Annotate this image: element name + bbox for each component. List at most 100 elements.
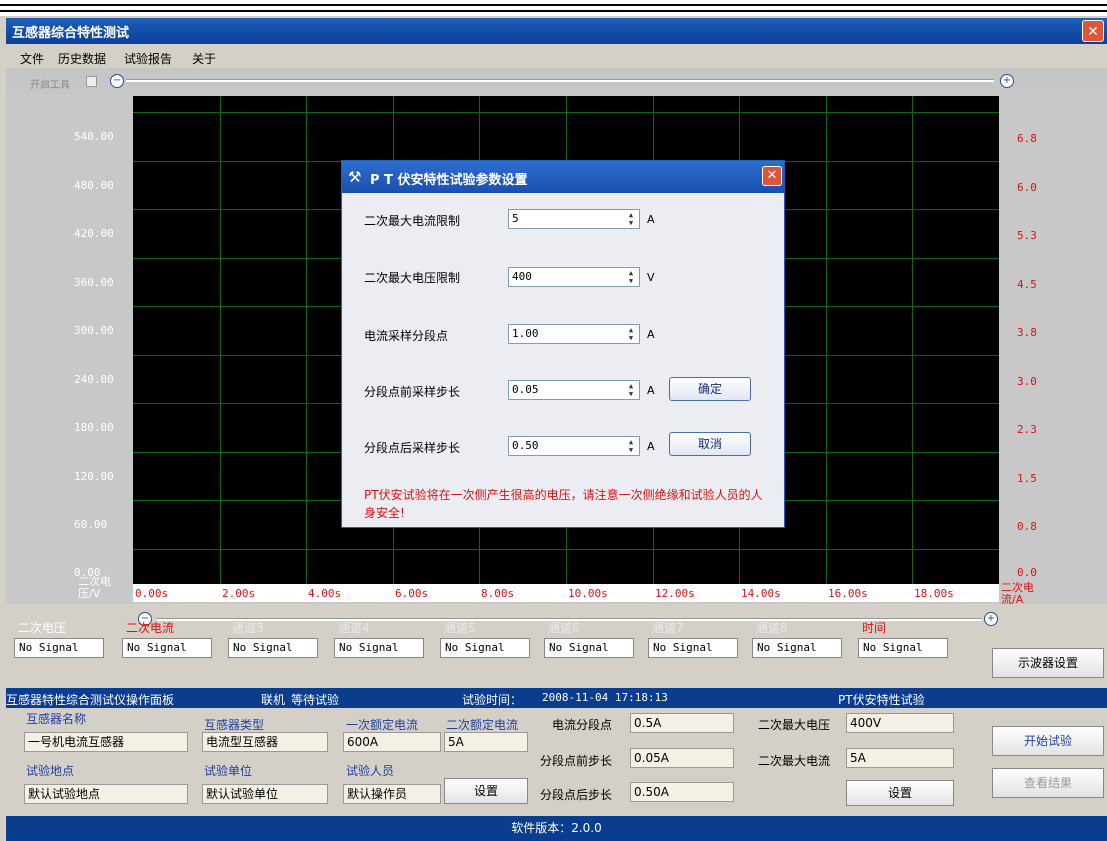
title-bar: 互感器综合特性测试 [6, 18, 1107, 44]
y-left-tick-label: 60.00 [74, 518, 108, 531]
spin-arrows-icon[interactable]: ▲ ▼ [624, 438, 638, 454]
dialog-step-before-label: 分段点前采样步长 [364, 385, 461, 399]
dialog-close-button[interactable]: ✕ [762, 166, 782, 186]
dialog-max-voltage-input[interactable]: 400 ▲ ▼ [508, 267, 640, 287]
y-right-axis-label: 二次电流/A [1001, 581, 1034, 606]
grid-line-horizontal [133, 112, 999, 113]
channel-name: 通道4 [338, 621, 370, 635]
segment-point-field[interactable]: 0.5A [630, 713, 734, 733]
dialog-title: P T 伏安特性试验参数设置 [370, 173, 528, 188]
spin-arrows-icon[interactable]: ▲ ▼ [624, 382, 638, 398]
step-before-label: 分段点前步长 [540, 754, 613, 768]
step-after-field[interactable]: 0.50A [630, 782, 734, 802]
step-before-field[interactable]: 0.05A [630, 748, 734, 768]
connection-status: 联机 [261, 693, 286, 707]
view-results-button[interactable]: 查看结果 [992, 768, 1104, 798]
dialog-segment-label: 电流采样分段点 [364, 329, 449, 343]
max-voltage-field[interactable]: 400V [846, 713, 954, 733]
device-type-label: 互感器类型 [204, 718, 265, 732]
test-time-value: 2008-11-04 17:18:13 [542, 691, 668, 704]
y-right-tick-label: 0.0 [1017, 566, 1037, 579]
dialog-step-before-input[interactable]: 0.05 ▲ ▼ [508, 380, 640, 400]
dialog-max-current-input[interactable]: 5 ▲ ▼ [508, 209, 640, 229]
channel-name: 时间 [862, 621, 887, 635]
x-tick-label: 0.00s [135, 587, 169, 600]
x-tick-label: 8.00s [481, 587, 515, 600]
menu-history[interactable]: 历史数据 [58, 50, 106, 67]
grid-line-vertical [306, 96, 307, 584]
unit-label: A [647, 213, 655, 226]
spin-arrows-icon[interactable]: ▲ ▼ [624, 326, 638, 342]
scope-settings-button[interactable]: 示波器设置 [992, 648, 1104, 678]
y-left-tick-label: 540.00 [74, 130, 114, 143]
spin-value: 0.50 [512, 439, 539, 452]
y-left-tick-label: 0.00 [74, 566, 101, 579]
x-axis-strip [133, 584, 999, 602]
menu-report[interactable]: 试验报告 [124, 50, 172, 67]
dialog-step-after-label: 分段点后采样步长 [364, 441, 461, 455]
y-left-tick-label: 300.00 [74, 324, 114, 337]
tools-icon: ⚒ [348, 168, 362, 186]
operator-label: 试验人员 [346, 764, 395, 778]
primary-current-label: 一次额定电流 [346, 718, 419, 732]
y-right-tick-label: 6.0 [1017, 181, 1037, 194]
y-right-tick-label: 6.8 [1017, 132, 1037, 145]
secondary-current-field[interactable]: 5A [444, 732, 528, 752]
channel-value: No Signal [858, 638, 948, 658]
channel-value: No Signal [440, 638, 530, 658]
dialog-segment-input[interactable]: 1.00 ▲ ▼ [508, 324, 640, 344]
operation-panel-header: 互感器特性综合测试仪操作面板 联机 等待试验 试验时间： 2008-11-04 … [6, 688, 1107, 708]
x-tick-label: 6.00s [395, 587, 429, 600]
params-setup-button[interactable]: 设置 [846, 780, 954, 806]
footer-version: 软件版本：2.0.0 [6, 816, 1107, 841]
spin-arrows-icon[interactable]: ▲ ▼ [624, 211, 638, 227]
device-name-field[interactable]: 一号机电流互感器 [24, 732, 188, 752]
x-tick-label: 16.00s [828, 587, 868, 600]
menu-about[interactable]: 关于 [192, 50, 216, 67]
toolbar: 开启工具 − + [6, 68, 1107, 94]
x-tick-label: 10.00s [568, 587, 608, 600]
y-right-tick-label: 4.5 [1017, 278, 1037, 291]
grid-line-horizontal [133, 549, 999, 550]
bottom-zoom-in-icon[interactable]: + [984, 612, 998, 626]
channel-value: No Signal [544, 638, 634, 658]
unit-field[interactable]: 默认试验单位 [202, 784, 328, 804]
step-after-label: 分段点后步长 [540, 788, 613, 802]
grid-line-vertical [220, 96, 221, 584]
spin-arrows-icon[interactable]: ▲ ▼ [624, 269, 638, 285]
y-right-tick-label: 5.3 [1017, 229, 1037, 242]
y-left-tick-label: 180.00 [74, 421, 114, 434]
device-type-field[interactable]: 电流型互感器 [202, 732, 328, 752]
max-current-label: 二次最大电流 [758, 754, 831, 768]
top-zoom-track[interactable] [126, 79, 994, 82]
dialog-step-after-input[interactable]: 0.50 ▲ ▼ [508, 436, 640, 456]
window-close-button[interactable]: ✕ [1082, 20, 1104, 42]
zoom-out-icon[interactable]: − [110, 74, 124, 88]
max-current-field[interactable]: 5A [846, 748, 954, 768]
test-state: 等待试验 [291, 693, 340, 707]
zoom-in-icon[interactable]: + [1000, 74, 1014, 88]
channel-value: No Signal [228, 638, 318, 658]
dialog-ok-button[interactable]: 确定 [669, 377, 751, 401]
y-right-tick-label: 1.5 [1017, 472, 1037, 485]
x-tick-label: 2.00s [222, 587, 256, 600]
segment-point-label: 电流分段点 [552, 718, 613, 732]
operator-field[interactable]: 默认操作员 [343, 784, 441, 804]
menu-file[interactable]: 文件 [20, 50, 44, 67]
device-name-label: 互感器名称 [26, 712, 87, 726]
grid-line-vertical [912, 96, 913, 584]
unit-label: A [647, 384, 655, 397]
menu-bar: 文件 历史数据 试验报告 关于 [6, 46, 1107, 68]
primary-current-field[interactable]: 600A [343, 732, 441, 752]
dialog-cancel-button[interactable]: 取消 [669, 432, 751, 456]
unit-label: 试验单位 [204, 764, 253, 778]
y-right-tick-label: 3.0 [1017, 375, 1037, 388]
spin-value: 0.05 [512, 383, 539, 396]
tool-checkbox[interactable] [86, 76, 97, 87]
test-time-label: 试验时间： [462, 693, 523, 707]
device-setup-button[interactable]: 设置 [444, 778, 528, 804]
spin-value: 1.00 [512, 327, 539, 340]
max-voltage-label: 二次最大电压 [758, 718, 831, 732]
site-field[interactable]: 默认试验地点 [24, 784, 188, 804]
start-test-button[interactable]: 开始试验 [992, 726, 1104, 756]
